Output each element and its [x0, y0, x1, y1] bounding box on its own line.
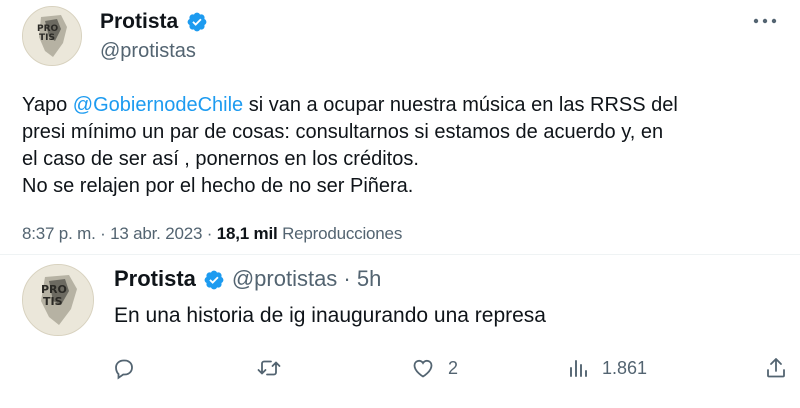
verified-badge-icon — [204, 270, 224, 290]
like-count: 2 — [448, 357, 459, 378]
tweet-text: Yapo @GobiernodeChile si van a ocupar nu… — [22, 94, 678, 197]
verified-badge-icon — [187, 12, 207, 32]
author-line: Protista — [100, 10, 208, 34]
reply-display-name[interactable]: Protista — [114, 266, 196, 291]
retweet-icon — [257, 360, 281, 376]
reply-icon — [115, 359, 133, 380]
retweet-button[interactable] — [256, 356, 294, 380]
like-button[interactable]: 2 — [410, 356, 458, 380]
reply-avatar[interactable]: PRO TIS — [22, 264, 94, 336]
reply-text: En una historia de ig inaugurando una re… — [114, 304, 546, 327]
views-button[interactable]: 1.861 — [566, 356, 647, 380]
avatar[interactable]: PRO TIS — [22, 6, 82, 66]
tweet-meta: 8:37 p. m. · 13 abr. 2023 · 18,1 mil Rep… — [22, 224, 402, 244]
views-count: 18,1 mil — [216, 224, 278, 243]
more-options-icon[interactable] — [752, 14, 778, 32]
reply-handle-time[interactable]: @protistas · 5h — [232, 266, 382, 291]
reply-views-count: 1.861 — [602, 357, 648, 378]
views-label: Reproducciones — [282, 224, 403, 243]
display-name[interactable]: Protista — [100, 10, 178, 33]
share-button[interactable] — [764, 356, 788, 385]
share-icon — [767, 358, 785, 378]
divider — [0, 254, 800, 255]
svg-text:TIS: TIS — [39, 33, 55, 43]
svg-text:TIS: TIS — [43, 295, 63, 308]
avatar-image: PRO TIS — [23, 265, 93, 335]
reply-author-line: Protista @protistas · 5h — [114, 266, 381, 292]
timestamp[interactable]: 8:37 p. m. · 13 abr. 2023 · — [22, 224, 217, 243]
analytics-icon — [570, 360, 587, 377]
reply-button[interactable] — [112, 356, 148, 380]
handle[interactable]: @protistas — [100, 40, 196, 63]
heart-icon — [413, 359, 433, 378]
avatar-image: PRO TIS — [23, 7, 81, 65]
mention-link[interactable]: @GobiernodeChile — [73, 94, 243, 116]
